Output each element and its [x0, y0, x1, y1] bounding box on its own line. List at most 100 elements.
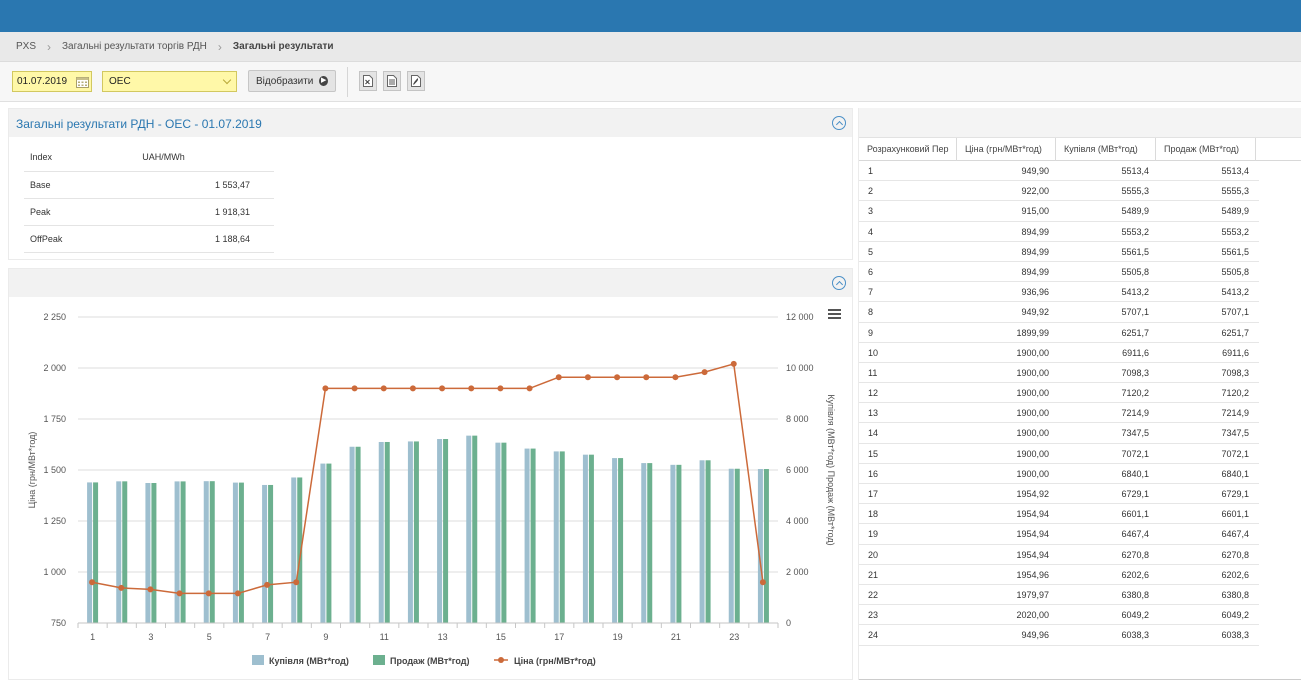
table-cell: 6729,1: [1121, 489, 1149, 499]
table-cell: 7347,5: [1221, 428, 1249, 439]
table-row[interactable]: 18 1954,94 6601,1 6601,1: [859, 504, 1259, 525]
index-row: OffPeak 1 188,64: [24, 225, 274, 253]
bar-sale: [384, 441, 390, 623]
x-tick-label: 23: [729, 632, 739, 642]
table-row[interactable]: 22 1979,97 6380,8 6380,8: [859, 585, 1259, 606]
column-header[interactable]: Розрахунковий Пер: [859, 138, 957, 161]
hamburger-menu-icon: [828, 313, 841, 315]
table-row[interactable]: 17 1954,92 6729,1 6729,1: [859, 484, 1259, 505]
column-header[interactable]: Продаж (МВт*год): [1156, 138, 1256, 161]
table-cell: 949,90: [1021, 166, 1049, 176]
table-cell: 915,00: [1021, 206, 1049, 217]
table-row[interactable]: 13 1900,00 7214,9 7214,9: [859, 403, 1259, 424]
price-point: [730, 360, 737, 367]
y-left-tick-label: 1 000: [43, 567, 66, 577]
table-cell: 7214,9: [1121, 408, 1149, 419]
table-row[interactable]: 15 1900,00 7072,1 7072,1: [859, 444, 1259, 464]
bar-sale: [180, 481, 186, 623]
y-left-axis-title: Ціна (грн/МВт*год): [27, 432, 37, 509]
legend-label-sale: Продаж (МВт*год): [390, 656, 469, 666]
table-cell: 5413,2: [1221, 287, 1249, 298]
table-row[interactable]: 8 949,92 5707,1 5707,1: [859, 302, 1259, 323]
table-cell: 6729,1: [1221, 489, 1249, 499]
pdf-export-icon[interactable]: [407, 71, 425, 91]
table-row[interactable]: 6 894,99 5505,8 5505,8: [859, 262, 1259, 283]
y-right-tick-label: 12 000: [786, 312, 814, 322]
bar-purchase: [553, 451, 559, 623]
table-row[interactable]: 3 915,00 5489,9 5489,9: [859, 201, 1259, 222]
show-button[interactable]: Відобразити ▶: [248, 70, 336, 92]
table-cell: 7347,5: [1121, 428, 1149, 439]
table-row[interactable]: 7 936,96 5413,2 5413,2: [859, 282, 1259, 303]
table-cell: 5413,2: [1121, 287, 1149, 298]
table-cell: 6: [868, 266, 874, 277]
bar-purchase: [466, 435, 472, 623]
table-cell: 13: [868, 408, 879, 419]
breadcrumb-section[interactable]: Загальні результати торгів РДН: [62, 41, 207, 52]
summary-panel: Загальні результати РДН - ОЕС - 01.07.20…: [8, 108, 853, 260]
legend-swatch-sale: [373, 655, 385, 665]
collapse-icon[interactable]: [832, 276, 846, 290]
chart: 750 1 000 1 250 1 500 1 750 2 000 2 250 0 2 000 4…: [27, 309, 841, 666]
x-tick-label: 15: [496, 632, 506, 642]
table-cell: 6038,3: [1221, 630, 1249, 641]
bar-purchase: [641, 463, 647, 623]
table-row[interactable]: 12 1900,00 7120,2 7120,2: [859, 383, 1259, 404]
table-cell: 2: [868, 186, 874, 197]
table-cell: 5561,5: [1221, 246, 1249, 257]
table-cell: 6380,8: [1121, 589, 1149, 600]
y-right-tick-label: 6 000: [786, 465, 809, 475]
bar-purchase: [262, 484, 268, 623]
table-cell: 23: [868, 610, 879, 621]
price-point: [205, 590, 212, 597]
table-cell: 5489,9: [1121, 206, 1149, 217]
table-row[interactable]: 2 922,00 5555,3 5555,3: [859, 181, 1259, 202]
market-select[interactable]: ОЕС: [102, 71, 237, 92]
bar-sale: [443, 439, 449, 623]
table-row[interactable]: 11 1900,00 7098,3 7098,3: [859, 363, 1259, 384]
x-tick-label: 1: [90, 632, 95, 642]
table-cell: 1954,94: [1016, 509, 1049, 520]
x-tick-label: 9: [323, 632, 328, 642]
table-row[interactable]: 21 1954,96 6202,6 6202,6: [859, 565, 1259, 585]
column-header[interactable]: Ціна (грн/МВт*год): [957, 138, 1056, 161]
table-row[interactable]: 1 949,90 5513,4 5513,4: [859, 161, 1259, 182]
excel-export-icon[interactable]: [359, 71, 377, 91]
breadcrumb-root[interactable]: PXS: [16, 41, 36, 52]
table-cell: 3: [868, 206, 874, 217]
table-cell: 922,00: [1021, 186, 1049, 197]
bar-sale: [559, 451, 565, 623]
top-header-bar: [0, 0, 1301, 32]
table-row[interactable]: 10 1900,00 6911,6 6911,6: [859, 343, 1259, 363]
price-point: [147, 586, 154, 593]
table-row[interactable]: 19 1954,94 6467,4 6467,4: [859, 524, 1259, 545]
table-row[interactable]: 14 1900,00 7347,5 7347,5: [859, 423, 1259, 444]
hamburger-menu-icon: [828, 317, 841, 319]
table-row[interactable]: 24 949,96 6038,3 6038,3: [859, 625, 1259, 646]
x-tick-label: 21: [671, 632, 681, 642]
collapse-icon[interactable]: [832, 116, 846, 130]
table-row[interactable]: 9 1899,99 6251,7 6251,7: [859, 323, 1259, 343]
index-table-header: Index UAH/MWh: [24, 144, 274, 172]
table-row[interactable]: 4 894,99 5553,2 5553,2: [859, 222, 1259, 242]
table-cell: 5513,4: [1121, 166, 1149, 176]
table-cell: 1979,97: [1016, 589, 1049, 600]
x-tick-label: 13: [438, 632, 448, 642]
table-row[interactable]: 23 2020,00 6049,2 6049,2: [859, 605, 1259, 626]
document-export-icon[interactable]: [383, 71, 401, 91]
table-cell: 4: [868, 226, 874, 237]
table-cell: 19: [868, 529, 879, 540]
index-row: Base 1 553,47: [24, 171, 274, 199]
table-row[interactable]: 16 1900,00 6840,1 6840,1: [859, 464, 1259, 484]
legend-marker-price: [498, 657, 504, 663]
market-select-value: ОЕС: [109, 76, 131, 87]
index-label: Peak: [24, 198, 123, 226]
column-header[interactable]: Купівля (МВт*год): [1056, 138, 1156, 161]
table-cell: 5561,5: [1121, 246, 1149, 257]
bar-sale: [413, 441, 419, 623]
table-cell: 1954,94: [1016, 529, 1049, 540]
table-row[interactable]: 20 1954,94 6270,8 6270,8: [859, 545, 1259, 565]
bar-purchase: [612, 458, 618, 623]
calendar-icon[interactable]: [74, 72, 91, 91]
table-row[interactable]: 5 894,99 5561,5 5561,5: [859, 242, 1259, 262]
